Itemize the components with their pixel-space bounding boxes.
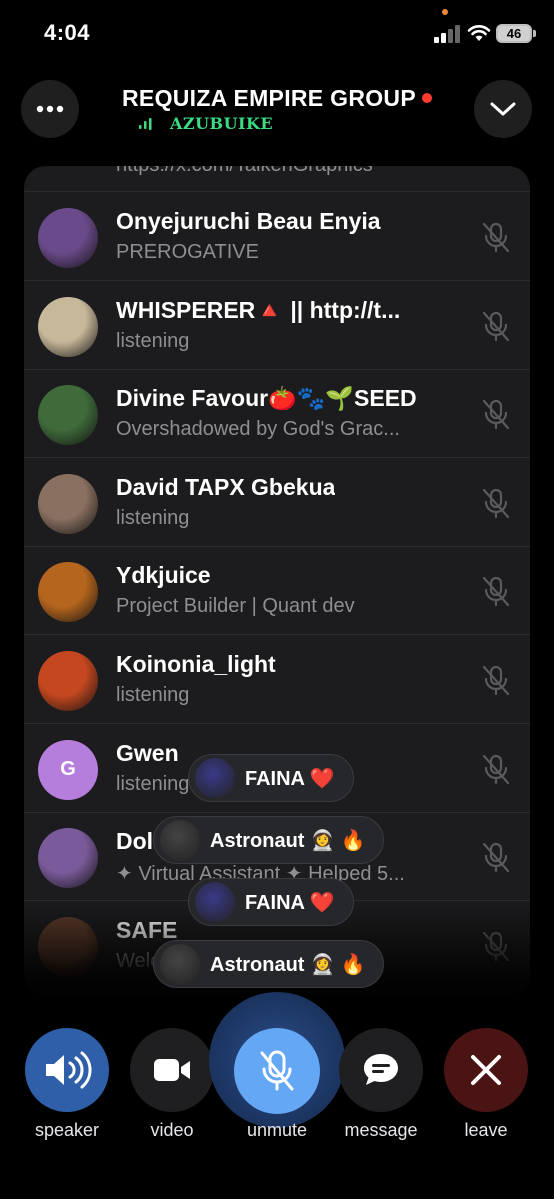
unmute-label: unmute — [246, 1120, 308, 1140]
speaker-icon — [46, 1051, 92, 1089]
reaction-label: FAINA ❤️ — [245, 891, 335, 914]
leave-button[interactable] — [444, 1028, 528, 1112]
video-button[interactable] — [130, 1028, 214, 1112]
mic-off-icon — [480, 664, 512, 696]
participant-status: listening — [116, 506, 190, 529]
participant-status: Overshadowed by God's Grac... — [116, 418, 400, 441]
unmute-button[interactable] — [234, 1028, 320, 1114]
avatar — [160, 944, 200, 984]
participant-status: https://x.com/TalkenGraphics — [116, 166, 373, 177]
audio-wave-icon — [139, 117, 152, 130]
call-controls: speaker video unmute message leave — [0, 992, 554, 1199]
participant-name: Divine Favour🍅🐾🌱SEED — [116, 385, 417, 412]
avatar — [38, 208, 98, 268]
participant-status: listening — [116, 772, 190, 795]
message-button[interactable] — [339, 1028, 423, 1112]
reaction-label: FAINA ❤️ — [245, 767, 335, 790]
avatar — [38, 651, 98, 711]
participant-status: Project Builder | Quant dev — [116, 595, 355, 618]
participant-status: listening — [116, 684, 190, 706]
mic-off-icon — [480, 221, 512, 253]
avatar — [38, 562, 98, 623]
live-indicator — [421, 92, 432, 103]
participant-row[interactable]: Koinonia_light listening — [24, 636, 530, 724]
status-time: 4:04 — [44, 20, 91, 45]
video-label: video — [150, 1120, 194, 1140]
privacy-indicator — [442, 9, 448, 15]
participant-list[interactable]: https://x.com/TalkenGraphics Onyejuruchi… — [24, 166, 530, 996]
mic-off-icon — [480, 575, 512, 607]
avatar — [195, 758, 235, 798]
chat-bubble-icon — [364, 1054, 398, 1085]
participant-name: Onyejuruchi Beau Enyia — [116, 208, 381, 234]
mic-off-icon — [480, 841, 512, 873]
avatar-initial: G — [60, 758, 76, 781]
mic-off-icon — [480, 753, 512, 785]
reaction-chip: Astronaut 👩‍🚀 🔥 — [153, 940, 385, 988]
list-item-partial: https://x.com/TalkenGraphics — [24, 166, 530, 192]
avatar — [195, 882, 235, 922]
avatar — [38, 296, 98, 357]
participant-row[interactable]: Divine Favour🍅🐾🌱SEED Overshadowed by God'… — [24, 370, 530, 459]
reaction-chip: FAINA ❤️ — [188, 754, 354, 802]
participant-row[interactable]: Ydkjuice Project Builder | Quant dev — [24, 547, 530, 636]
speaking-name: AZUBUIKE — [170, 114, 274, 133]
participant-name: WHISPERER🔺 || http://t... — [116, 296, 401, 323]
reaction-label: Astronaut 👩‍🚀 🔥 — [210, 953, 366, 976]
participant-name: Gwen — [116, 739, 179, 766]
avatar — [38, 473, 98, 534]
speaker-label: speaker — [34, 1120, 100, 1140]
avatar — [160, 820, 200, 860]
group-title: REQUIZA EMPIRE GROUP — [0, 85, 554, 112]
mic-off-icon — [480, 487, 512, 519]
cellular-signal-icon — [434, 25, 460, 43]
speaker-button[interactable] — [25, 1028, 109, 1112]
avatar — [38, 385, 98, 446]
group-title-text: REQUIZA EMPIRE GROUP — [122, 85, 416, 111]
message-label: message — [344, 1120, 418, 1140]
mic-off-icon — [260, 1050, 294, 1091]
avatar — [38, 916, 98, 977]
speaking-indicator: AZUBUIKE — [138, 114, 273, 133]
participant-name: David TAPX Gbekua — [116, 473, 336, 500]
participant-row[interactable]: WHISPERER🔺 || http://t... listening — [24, 282, 530, 370]
chevron-down-icon — [490, 102, 516, 116]
wifi-icon — [467, 25, 491, 41]
battery-tip — [533, 30, 536, 37]
mic-off-icon — [480, 310, 512, 342]
avatar: G — [38, 739, 98, 800]
participant-name: Ydkjuice — [116, 562, 211, 589]
participant-status: listening — [116, 329, 190, 352]
battery-icon: 46 — [496, 24, 532, 43]
avatar — [38, 828, 98, 889]
participant-status: PREROGATIVE — [116, 241, 259, 263]
mic-off-icon — [480, 398, 512, 430]
status-bar: 4:04 46 — [0, 0, 554, 64]
mic-off-icon — [480, 930, 512, 962]
leave-label: leave — [464, 1120, 508, 1140]
collapse-button[interactable] — [474, 80, 532, 138]
participant-row[interactable]: Onyejuruchi Beau Enyia PREROGATIVE — [24, 193, 530, 281]
battery-level: 46 — [506, 26, 522, 41]
reaction-chip: Astronaut 👩‍🚀 🔥 — [153, 816, 385, 864]
participant-name: Koinonia_light — [116, 651, 276, 677]
reaction-chip: FAINA ❤️ — [188, 878, 354, 926]
reaction-label: Astronaut 👩‍🚀 🔥 — [210, 829, 366, 852]
close-icon — [471, 1055, 501, 1085]
video-camera-icon — [154, 1059, 190, 1081]
participant-name: SAFE — [116, 916, 178, 943]
participant-row[interactable]: David TAPX Gbekua listening — [24, 459, 530, 547]
